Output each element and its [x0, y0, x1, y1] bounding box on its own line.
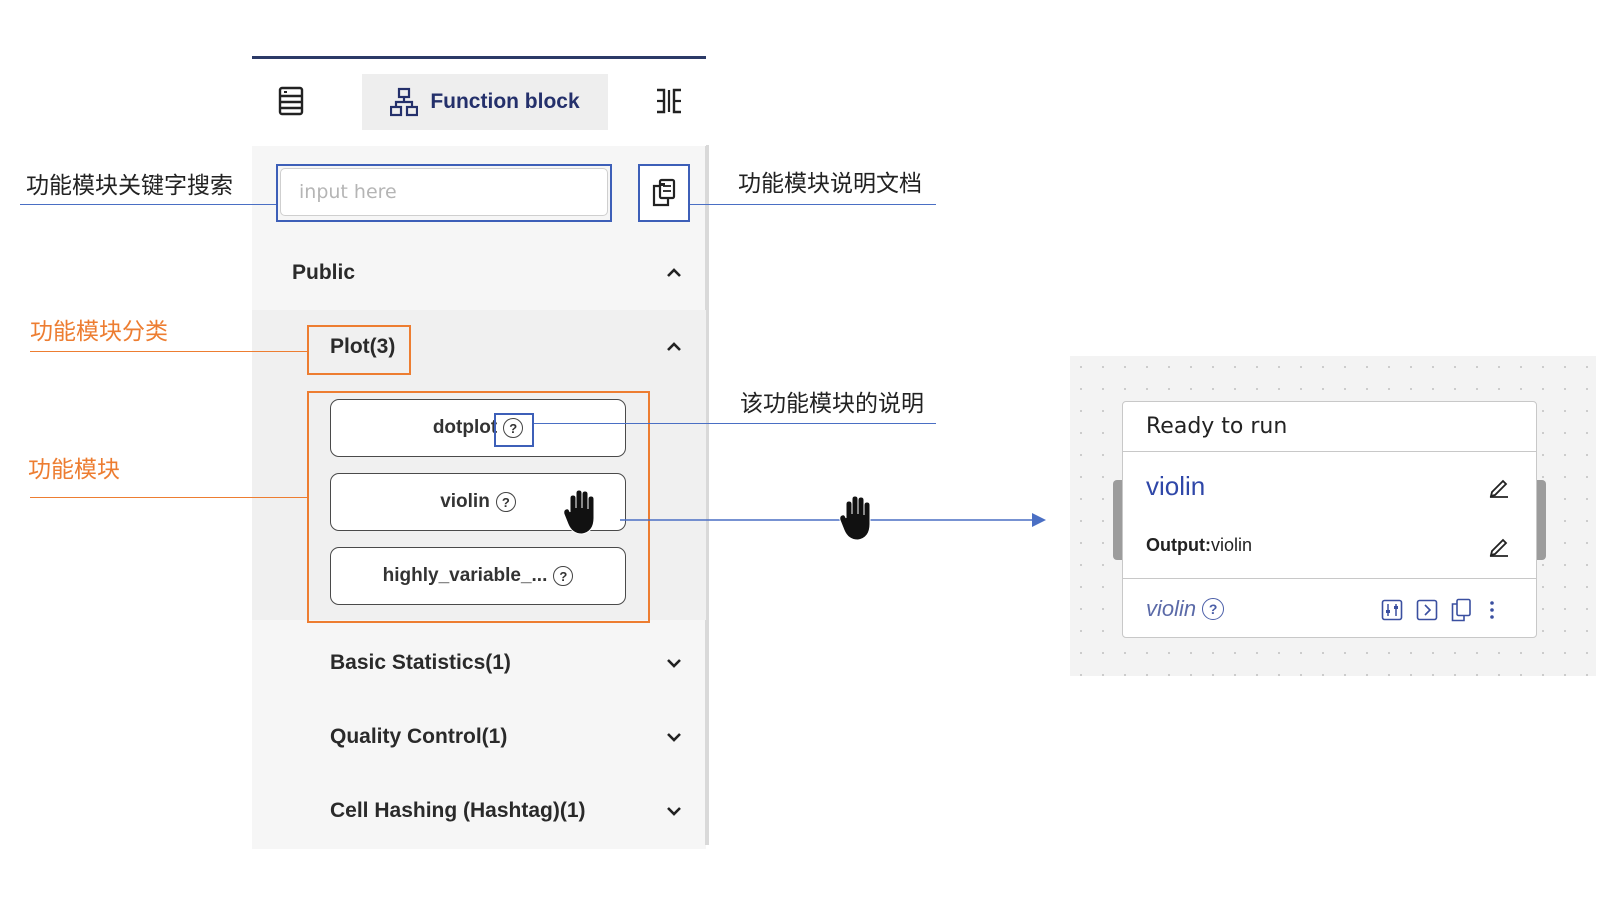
copy-button[interactable]: [1449, 598, 1473, 622]
chevron-up-icon: [667, 268, 681, 277]
pencil-icon: [1489, 538, 1508, 557]
more-menu-button[interactable]: [1480, 598, 1504, 622]
category-qc-label: Quality Control(1): [330, 725, 508, 748]
database-icon: [278, 86, 304, 116]
play-icon: [1416, 599, 1438, 621]
annotation-block-line: [30, 497, 307, 498]
edit-output-button[interactable]: [1488, 535, 1510, 562]
node-divider: [1123, 578, 1536, 579]
edit-title-button[interactable]: [1488, 476, 1510, 503]
tab-layout[interactable]: [654, 86, 684, 116]
annotation-help: 该功能模块的说明: [740, 391, 924, 417]
annotation-help-line: [534, 423, 936, 424]
more-vertical-icon: [1490, 601, 1494, 619]
category-public-label: Public: [292, 261, 356, 284]
category-quality-control[interactable]: Quality Control(1): [330, 716, 682, 758]
annotation-block: 功能模块: [28, 457, 120, 483]
grab-cursor-icon: [562, 488, 602, 543]
category-basic-statistics[interactable]: Basic Statistics(1): [330, 642, 682, 684]
annotation-category-line: [30, 351, 307, 352]
copy-icon: [1451, 598, 1471, 622]
documentation-button[interactable]: [638, 164, 690, 222]
tab-datasets[interactable]: [276, 86, 306, 116]
copy-document-icon: [652, 178, 676, 207]
annotation-doc: 功能模块说明文档: [738, 171, 922, 197]
node-output-value: violin: [1210, 535, 1252, 555]
grab-cursor-icon: [838, 494, 878, 549]
annotation-search: 功能模块关键字搜索: [26, 173, 233, 199]
chevron-down-icon: [667, 733, 681, 742]
node-title: violin: [1146, 471, 1206, 501]
node-output: Output:violin: [1146, 535, 1252, 556]
category-basic-label: Basic Statistics(1): [330, 651, 511, 674]
chevron-down-icon: [667, 659, 681, 668]
hierarchy-icon: [390, 87, 419, 117]
category-highlight-frame: [307, 325, 411, 375]
node-footer: violin ?: [1146, 596, 1225, 622]
search-highlight-frame: [276, 164, 612, 222]
annotation-search-line: [20, 204, 276, 205]
chevron-down-icon: [667, 807, 681, 816]
sliders-icon: [1381, 599, 1403, 621]
annotation-doc-line: [690, 204, 936, 205]
annotation-category: 功能模块分类: [30, 319, 168, 345]
settings-button[interactable]: [1380, 598, 1404, 622]
split-view-icon: [657, 88, 681, 114]
node-footer-name: violin: [1146, 596, 1197, 621]
node-divider: [1123, 451, 1536, 452]
tab-function-block[interactable]: Function block: [362, 74, 608, 130]
category-hash-label: Cell Hashing (Hashtag)(1): [330, 799, 586, 822]
tab-function-block-label: Function block: [430, 90, 580, 113]
pencil-icon: [1489, 479, 1508, 498]
help-highlight-frame: [494, 413, 534, 447]
run-button[interactable]: [1415, 598, 1439, 622]
category-cell-hashing[interactable]: Cell Hashing (Hashtag)(1): [330, 790, 682, 832]
node-output-label: Output:: [1146, 535, 1211, 555]
node-status: Ready to run: [1146, 414, 1288, 439]
chevron-up-icon: [667, 342, 681, 351]
drag-arrow: [620, 513, 1046, 527]
help-icon[interactable]: ?: [1202, 598, 1225, 620]
category-public[interactable]: Public: [292, 252, 682, 294]
